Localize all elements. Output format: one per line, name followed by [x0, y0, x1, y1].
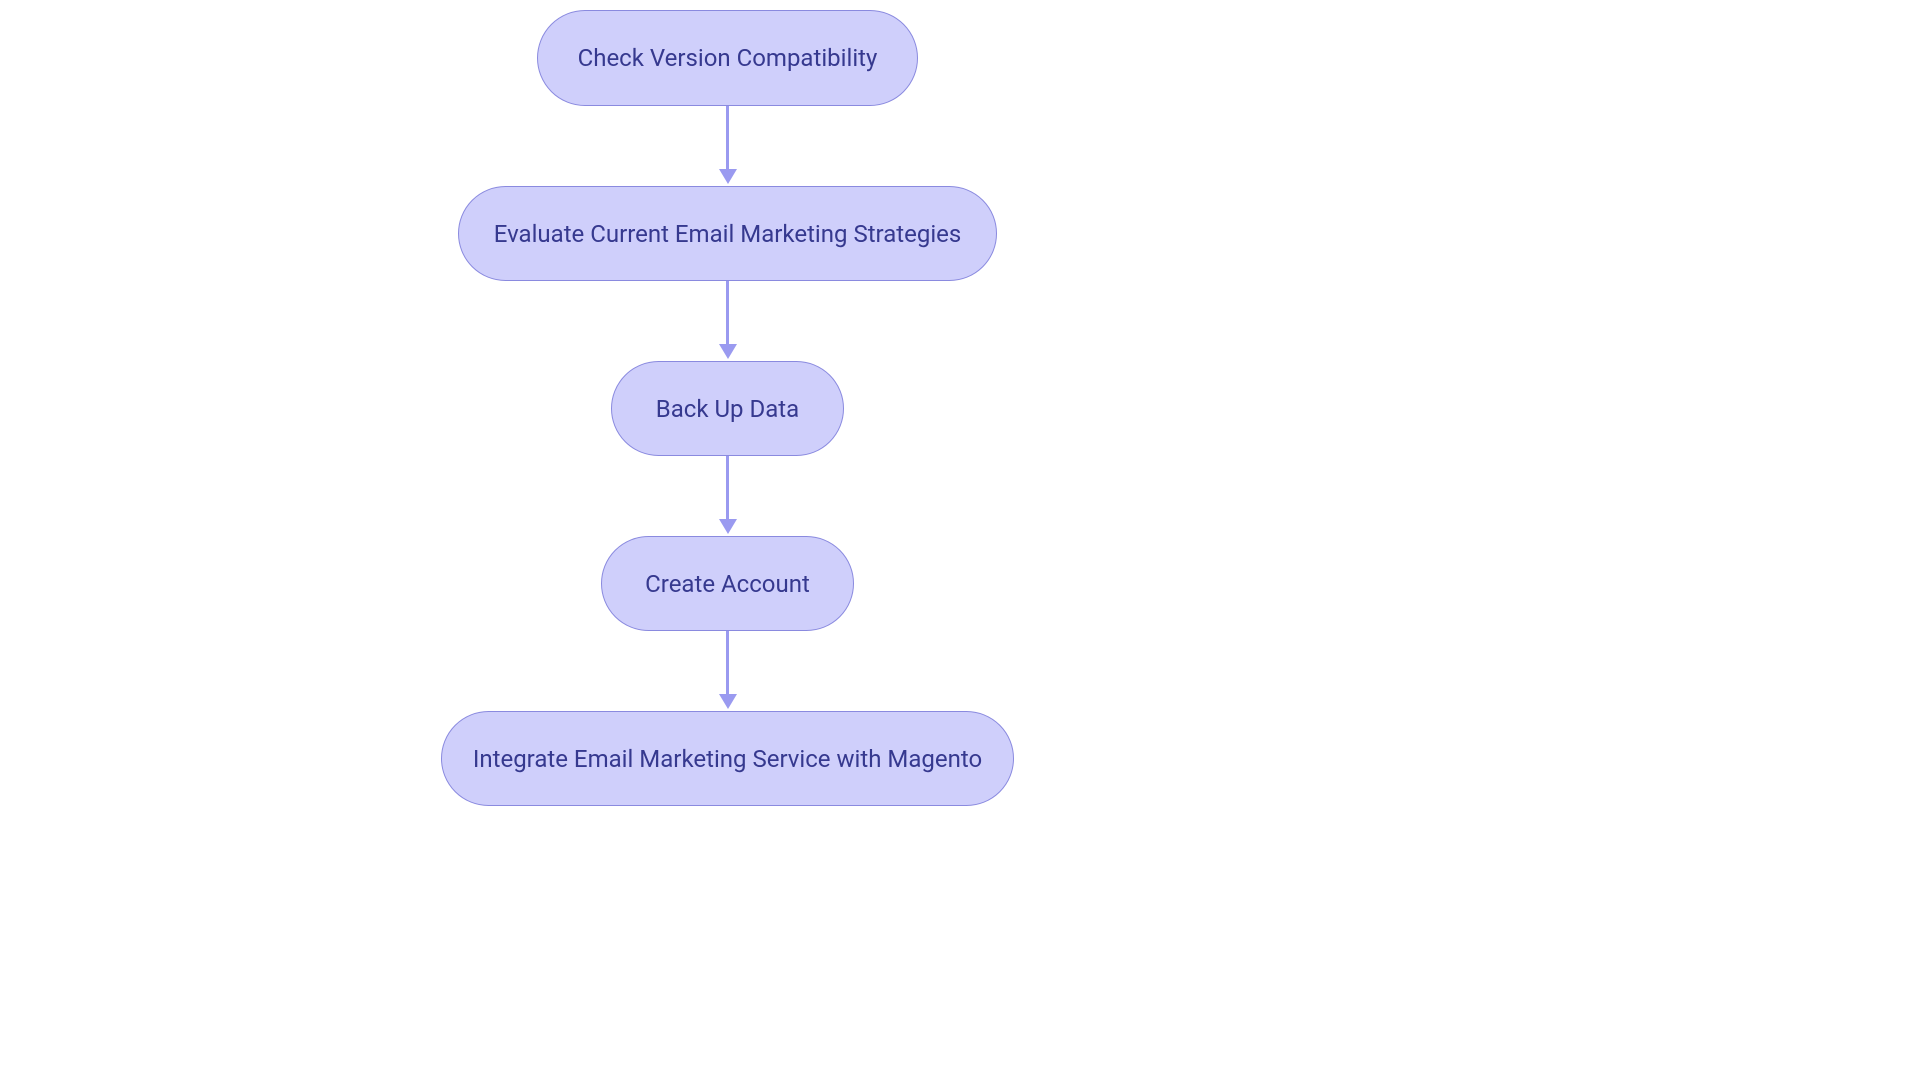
node-label: Create Account	[645, 570, 810, 598]
flow-node-evaluate-strategies: Evaluate Current Email Marketing Strateg…	[458, 186, 997, 281]
flow-node-integrate-service: Integrate Email Marketing Service with M…	[441, 711, 1014, 806]
arrow-down-icon	[719, 169, 737, 184]
node-label: Evaluate Current Email Marketing Strateg…	[494, 220, 962, 248]
flowchart-canvas: Check Version Compatibility Evaluate Cur…	[0, 0, 1920, 1080]
flow-node-create-account: Create Account	[601, 536, 854, 631]
flow-connector	[726, 106, 729, 171]
flow-connector	[726, 456, 729, 521]
arrow-down-icon	[719, 344, 737, 359]
node-label: Integrate Email Marketing Service with M…	[473, 745, 982, 773]
flow-node-backup-data: Back Up Data	[611, 361, 844, 456]
flow-node-check-version: Check Version Compatibility	[537, 10, 918, 106]
node-label: Check Version Compatibility	[578, 44, 878, 72]
flow-connector	[726, 281, 729, 346]
arrow-down-icon	[719, 519, 737, 534]
node-label: Back Up Data	[656, 395, 799, 423]
arrow-down-icon	[719, 694, 737, 709]
flow-connector	[726, 631, 729, 696]
